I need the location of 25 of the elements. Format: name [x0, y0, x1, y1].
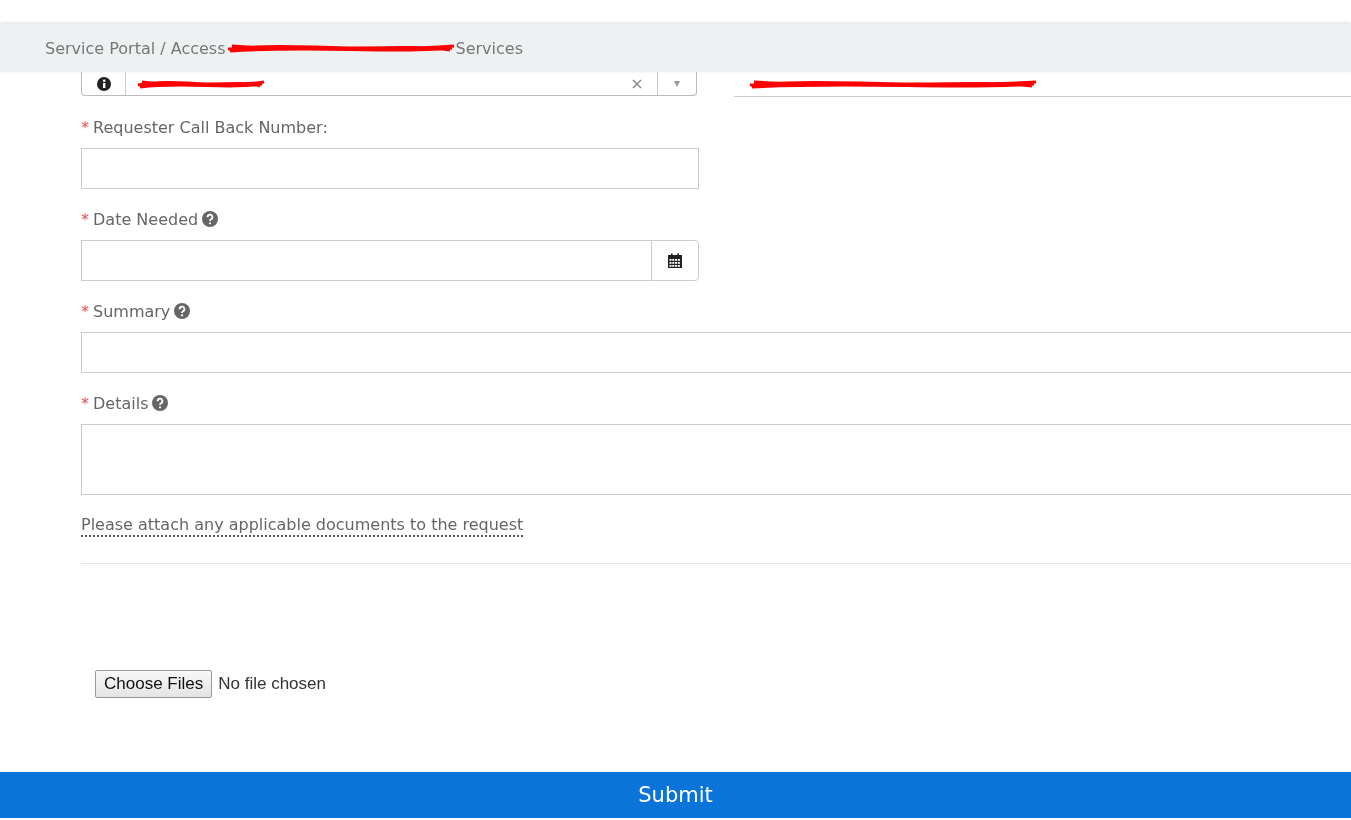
- calendar-button[interactable]: [651, 240, 699, 281]
- requester-select[interactable]: × ▾: [81, 72, 697, 96]
- help-icon[interactable]: [174, 303, 191, 319]
- field-label: Summary: [93, 301, 171, 321]
- field-label: Date Needed: [93, 209, 199, 229]
- help-icon[interactable]: [152, 395, 169, 411]
- attachment-note: Please attach any applicable documents to the request: [81, 515, 524, 537]
- breadcrumb-text[interactable]: Service Portal / Access: [45, 38, 226, 58]
- text-field[interactable]: [81, 332, 1351, 373]
- clear-icon[interactable]: ×: [617, 74, 657, 93]
- info-icon: [96, 76, 111, 91]
- required-asterisk: *: [81, 117, 89, 137]
- help-icon[interactable]: [202, 211, 219, 227]
- required-asterisk: *: [81, 301, 89, 321]
- breadcrumb-text[interactable]: Services: [455, 38, 523, 58]
- field-label: Requester Call Back Number:: [93, 117, 328, 137]
- required-asterisk: *: [81, 393, 89, 413]
- choose-files-button[interactable]: Choose Files: [95, 670, 213, 698]
- file-status: No file chosen: [218, 674, 326, 694]
- text-field[interactable]: [81, 148, 699, 189]
- date-field[interactable]: [81, 240, 651, 281]
- calendar-icon: [667, 252, 683, 269]
- required-asterisk: *: [81, 209, 89, 229]
- submit-button[interactable]: Submit: [0, 772, 1351, 818]
- field-label: Details: [93, 393, 149, 413]
